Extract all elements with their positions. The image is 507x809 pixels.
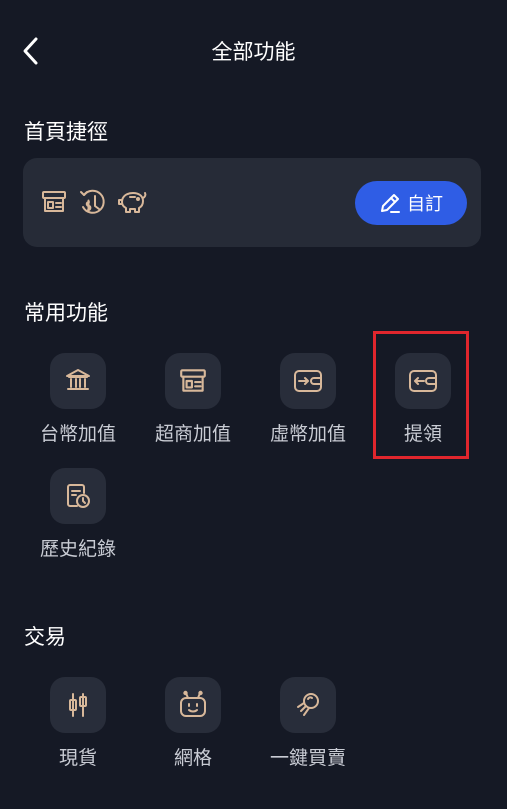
page-title: 全部功能: [211, 40, 296, 64]
trade-item-grid[interactable]: 網格: [138, 677, 248, 787]
header: 全部功能: [0, 0, 507, 100]
rocket-icon: [280, 677, 336, 733]
common-item-history[interactable]: 歷史紀錄: [23, 468, 133, 578]
wallet-in-icon: [280, 353, 336, 409]
common-item-store-deposit[interactable]: 超商加值: [138, 353, 248, 463]
trade-item-quick-trade[interactable]: 一鍵買賣: [253, 677, 363, 787]
common-item-label: 歷史紀錄: [39, 538, 116, 560]
common-item-label: 虛幣加值: [269, 423, 346, 445]
store-icon: [165, 353, 221, 409]
common-item-crypto-deposit[interactable]: 虛幣加值: [253, 353, 363, 463]
bank-icon: [50, 353, 106, 409]
common-item-label: 超商加值: [154, 423, 231, 445]
trade-item-spot[interactable]: 現貨: [23, 677, 133, 787]
candlestick-icon: [50, 677, 106, 733]
common-item-twd-deposit[interactable]: 台幣加值: [23, 353, 133, 463]
section-title-common: 常用功能: [24, 301, 108, 325]
section-title-shortcuts: 首頁捷徑: [24, 120, 108, 144]
customize-label: 自訂: [407, 194, 443, 215]
dollar-history-icon[interactable]: [77, 186, 109, 218]
customize-button[interactable]: 自訂: [355, 181, 467, 225]
trade-item-label: 現貨: [58, 747, 97, 769]
highlight-box: [373, 331, 469, 459]
history-doc-icon: [50, 468, 106, 524]
common-item-label: 台幣加值: [39, 423, 116, 445]
shortcut-card: 自訂: [23, 158, 481, 247]
piggy-bank-icon[interactable]: [116, 186, 148, 218]
pencil-icon: [381, 194, 400, 213]
section-title-trade: 交易: [24, 625, 66, 649]
store-icon[interactable]: [38, 186, 70, 218]
robot-icon: [165, 677, 221, 733]
trade-item-label: 一鍵買賣: [269, 747, 346, 769]
trade-item-label: 網格: [173, 747, 212, 769]
